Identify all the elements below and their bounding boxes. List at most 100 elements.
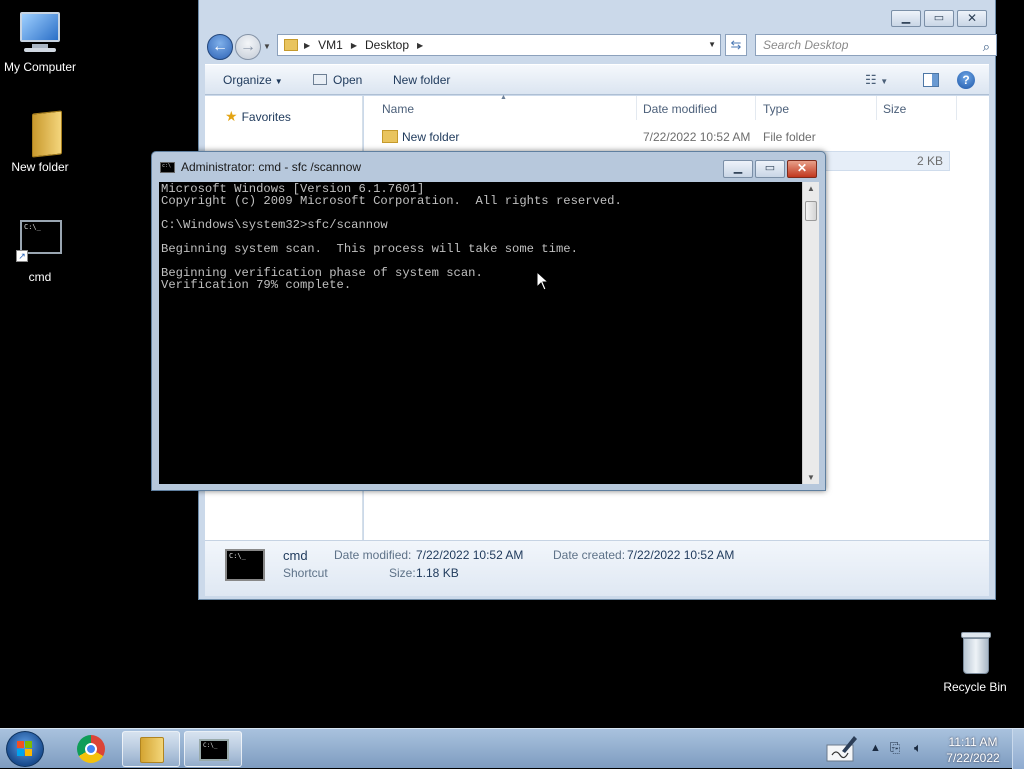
desktop-icon-new-folder[interactable]: New folder bbox=[0, 110, 80, 174]
maximize-icon: ▭ bbox=[933, 12, 945, 24]
clock-time: 11:11 AM bbox=[948, 735, 998, 749]
minimize-icon: ▁ bbox=[733, 162, 743, 174]
show-hidden-icons-icon[interactable]: ▲ bbox=[870, 742, 881, 754]
scrollbar-thumb[interactable] bbox=[805, 201, 817, 221]
pen-input-icon[interactable] bbox=[826, 733, 858, 763]
shortcut-arrow-icon: ↗ bbox=[16, 250, 28, 262]
search-icon[interactable]: ⌕ bbox=[983, 37, 990, 57]
minimize-button[interactable]: ▁ bbox=[891, 10, 921, 27]
refresh-icon: ⇆ bbox=[730, 37, 742, 52]
breadcrumb-arrow-icon[interactable]: ▶ bbox=[417, 41, 423, 50]
chevron-down-icon: ▼ bbox=[880, 77, 889, 86]
column-header-type[interactable]: Type bbox=[763, 102, 789, 116]
recycle-bin-icon bbox=[951, 630, 999, 676]
minimize-button[interactable]: ▁ bbox=[723, 160, 753, 178]
cmd-shortcut-icon bbox=[225, 549, 265, 581]
column-header-name[interactable]: Name bbox=[382, 102, 414, 116]
file-name: New folder bbox=[402, 130, 460, 144]
breadcrumb-arrow-icon: ▶ bbox=[304, 40, 311, 50]
open-label: Open bbox=[333, 73, 363, 87]
new-folder-button[interactable]: New folder bbox=[393, 73, 450, 87]
nav-item-favorites[interactable]: ★ Favorites bbox=[225, 108, 291, 125]
details-size-label: Size: bbox=[389, 566, 416, 580]
breadcrumb-arrow-icon[interactable]: ▶ bbox=[351, 41, 357, 50]
refresh-button[interactable]: ⇆ bbox=[725, 34, 747, 56]
desktop-icon-recycle-bin[interactable]: Recycle Bin bbox=[935, 630, 1015, 694]
star-icon: ★ bbox=[225, 108, 238, 124]
explorer-title-buttons: ▁ ▭ ✕ bbox=[888, 10, 987, 27]
nav-item-label: Favorites bbox=[241, 110, 291, 124]
close-button[interactable]: ✕ bbox=[957, 10, 987, 27]
taskbar-item-explorer[interactable] bbox=[122, 731, 180, 767]
column-label: Name bbox=[382, 102, 415, 116]
column-divider[interactable] bbox=[876, 96, 877, 120]
column-divider[interactable] bbox=[755, 96, 756, 120]
chevron-down-icon: ▼ bbox=[274, 77, 283, 86]
network-icon[interactable]: ⎘ bbox=[890, 740, 900, 756]
address-dropdown-icon[interactable]: ▼ bbox=[708, 40, 716, 49]
windows-logo-icon bbox=[17, 741, 33, 757]
file-type: File folder bbox=[763, 130, 816, 144]
column-header-date-modified[interactable]: Date modified bbox=[643, 102, 717, 116]
column-divider[interactable] bbox=[956, 96, 957, 120]
column-label: Type bbox=[763, 102, 790, 116]
details-pane: cmd Shortcut Date modified: 7/22/2022 10… bbox=[205, 540, 989, 596]
folder-icon bbox=[16, 110, 64, 158]
preview-pane-button[interactable] bbox=[923, 73, 939, 87]
views-icon: ☷ bbox=[865, 72, 877, 87]
desktop-icon-label: cmd bbox=[28, 270, 52, 284]
close-icon: ✕ bbox=[796, 161, 808, 175]
recent-pages-dropdown[interactable]: ▼ bbox=[263, 42, 271, 51]
organize-button[interactable]: Organize ▼ bbox=[223, 73, 283, 87]
start-button[interactable] bbox=[6, 731, 44, 767]
console-line: Beginning system scan. This process will… bbox=[161, 242, 578, 256]
details-date-created-label: Date created: bbox=[553, 548, 626, 562]
views-button[interactable]: ☷ ▼ bbox=[865, 72, 888, 88]
clock[interactable]: 11:11 AM 7/22/2022 bbox=[938, 734, 1008, 766]
file-modified: 7/22/2022 10:52 AM bbox=[643, 130, 751, 144]
desktop-icon-cmd[interactable]: C:\_ ↗ cmd bbox=[0, 220, 80, 284]
console-line: Copyright (c) 2009 Microsoft Corporation… bbox=[161, 194, 622, 208]
desktop-icon-my-computer[interactable]: My Computer bbox=[0, 10, 80, 74]
maximize-button[interactable]: ▭ bbox=[924, 10, 954, 27]
search-placeholder: Search Desktop bbox=[763, 38, 849, 52]
console-line: C:\Windows\system32>sfc/scannow bbox=[161, 218, 388, 232]
details-file-kind: Shortcut bbox=[283, 566, 328, 580]
details-date-modified-label: Date modified: bbox=[334, 548, 412, 562]
search-input[interactable]: Search Desktop ⌕ bbox=[755, 34, 997, 56]
address-bar[interactable]: ▶ VM1 ▶ Desktop ▶ ▼ bbox=[277, 34, 721, 56]
forward-arrow-icon: → bbox=[240, 38, 256, 55]
forward-button[interactable]: → bbox=[235, 34, 261, 60]
close-button[interactable]: ✕ bbox=[787, 160, 817, 178]
taskbar-item-cmd[interactable] bbox=[184, 731, 242, 767]
sort-ascending-icon: ▲ bbox=[500, 94, 507, 101]
help-button[interactable]: ? bbox=[957, 71, 975, 89]
console-output[interactable]: Microsoft Windows [Version 6.1.7601] Cop… bbox=[159, 182, 802, 484]
open-icon bbox=[313, 74, 327, 85]
breadcrumb-item[interactable]: Desktop bbox=[365, 38, 409, 52]
address-row: ← → ▼ ▶ VM1 ▶ Desktop ▶ ▼ ⇆ Search Deskt… bbox=[207, 32, 997, 60]
cmd-title-bar[interactable]: Administrator: cmd - sfc /scannow bbox=[160, 160, 361, 174]
maximize-icon: ▭ bbox=[764, 162, 776, 174]
show-desktop-button[interactable] bbox=[1012, 729, 1024, 769]
file-row[interactable]: New folder 7/22/2022 10:52 AM File folde… bbox=[364, 126, 950, 148]
volume-icon[interactable]: 🔈︎ bbox=[914, 740, 922, 756]
console-scrollbar[interactable]: ▲ ▼ bbox=[802, 182, 819, 484]
details-date-modified: 7/22/2022 10:52 AM bbox=[416, 548, 524, 562]
breadcrumb-item[interactable]: VM1 bbox=[318, 38, 343, 52]
mouse-cursor-icon bbox=[536, 271, 550, 291]
command-bar: Organize ▼ Open New folder ☷ ▼ ? bbox=[205, 64, 989, 95]
taskbar-item-chrome[interactable] bbox=[60, 731, 118, 767]
column-divider[interactable] bbox=[636, 96, 637, 120]
minimize-icon: ▁ bbox=[901, 12, 911, 24]
chrome-icon bbox=[77, 735, 105, 763]
column-header-size[interactable]: Size bbox=[883, 102, 906, 116]
file-size: 2 KB bbox=[916, 154, 943, 168]
scroll-up-icon[interactable]: ▲ bbox=[803, 184, 819, 193]
open-button[interactable]: Open bbox=[313, 73, 362, 87]
back-button[interactable]: ← bbox=[207, 34, 233, 60]
maximize-button[interactable]: ▭ bbox=[755, 160, 785, 178]
scroll-down-icon[interactable]: ▼ bbox=[803, 473, 819, 482]
column-label: Size bbox=[883, 102, 907, 116]
cmd-icon bbox=[199, 739, 229, 761]
